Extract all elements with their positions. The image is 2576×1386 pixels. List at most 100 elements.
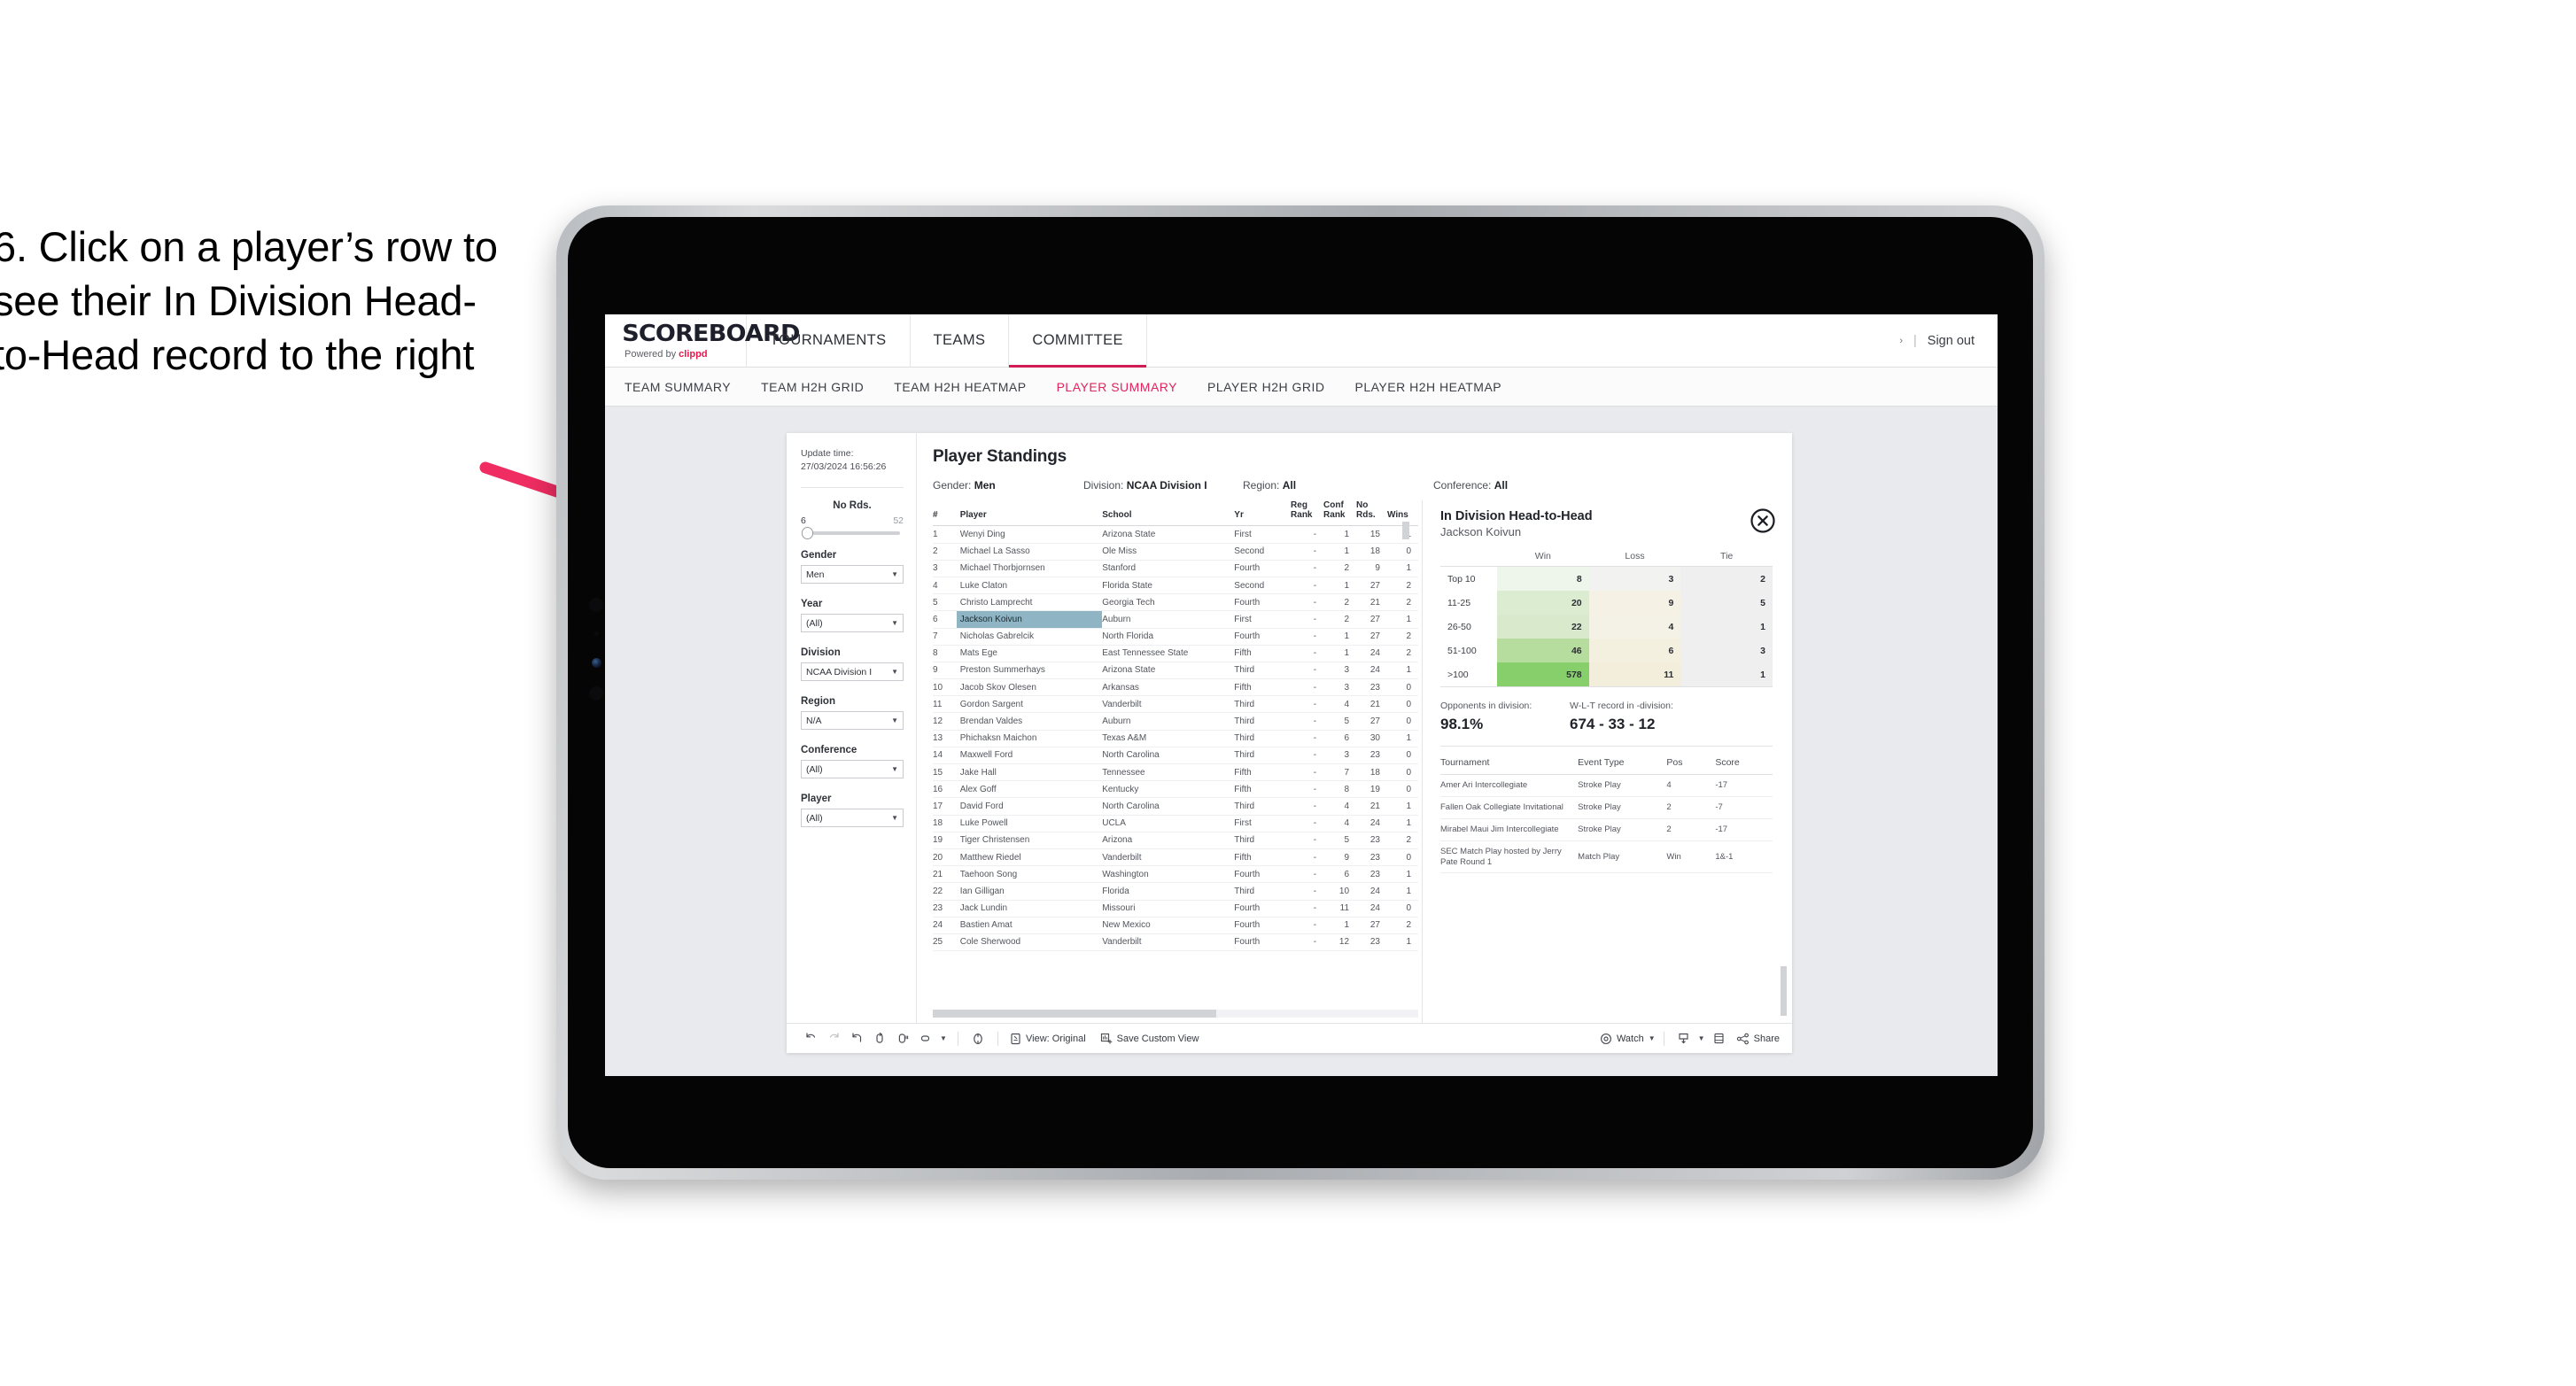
tcell-score: -17 xyxy=(1715,818,1773,841)
undo-icon[interactable] xyxy=(799,1027,822,1050)
highlight-caret-icon[interactable]: ▼ xyxy=(937,1027,950,1050)
table-row[interactable]: 11 Gordon Sargent Vanderbilt Third -4 21 0 xyxy=(933,695,1418,714)
user-chevron-icon[interactable]: › xyxy=(1899,336,1903,346)
tcol-tournament[interactable]: Tournament xyxy=(1440,752,1579,775)
download-icon[interactable] xyxy=(1672,1027,1695,1050)
table-row[interactable]: 3 Michael Thorbjornsen Stanford Fourth -2 9 1 xyxy=(933,560,1418,577)
h2h-heatmap-body: Top 10 8 3 2 11-25 20 9 5 26-50 22 4 1 51-100 46 6 3 >10… xyxy=(1440,566,1773,687)
division-select[interactable]: NCAA Division I ▼ xyxy=(801,662,904,682)
table-row[interactable]: 16 Alex Goff Kentucky Fifth -8 19 0 xyxy=(933,780,1418,799)
col-yr[interactable]: Yr xyxy=(1234,500,1292,527)
pause-data-icon[interactable] xyxy=(891,1027,914,1050)
col-reg-rank[interactable]: Reg Rank xyxy=(1291,500,1324,527)
redo-icon[interactable] xyxy=(822,1027,845,1050)
table-row[interactable]: 13 Phichaksn Maichon Texas A&M Third -6 30 1 xyxy=(933,730,1418,747)
no-rounds-slider[interactable] xyxy=(802,527,900,540)
table-row[interactable]: 5 Christo Lamprecht Georgia Tech Fourth -2 21… xyxy=(933,593,1418,612)
table-row[interactable]: 25 Cole Sherwood Vanderbilt Fourth -12 23 1 xyxy=(933,933,1418,952)
col-rank[interactable]: # xyxy=(933,500,957,527)
table-row[interactable]: 15 Jake Hall Tennessee Fifth -7 18 0 xyxy=(933,763,1418,782)
tournament-results-table: Tournament Event Type Pos Score Amer Ari… xyxy=(1440,752,1773,874)
horizontal-scrollbar-thumb[interactable] xyxy=(933,1010,1216,1018)
tcol-pos[interactable]: Pos xyxy=(1666,752,1716,775)
tournament-scrollbar-thumb[interactable] xyxy=(1781,966,1787,1016)
subnav-item-player-h2h-grid[interactable]: PLAYER H2H GRID xyxy=(1207,380,1325,394)
conference-select[interactable]: (All) ▼ xyxy=(801,760,904,779)
table-row[interactable]: 9 Preston Summerhays Arizona State Third -3 2… xyxy=(933,662,1418,680)
cell-no-rds: 23 xyxy=(1356,747,1387,765)
topnav-item-teams[interactable]: TEAMS xyxy=(911,314,1010,367)
region-select[interactable]: N/A ▼ xyxy=(801,711,904,731)
table-row[interactable]: 18 Luke Powell UCLA First -4 24 1 xyxy=(933,815,1418,832)
watch-button[interactable]: Watch ▼ xyxy=(1600,1033,1656,1045)
table-row[interactable]: 1Wenyi DingArizona StateFirst-1151 xyxy=(933,525,1418,544)
brand-tagline: Powered by clippd xyxy=(625,349,746,360)
year-label: Year xyxy=(801,599,823,610)
table-row[interactable]: 10 Jacob Skov Olesen Arkansas Fifth -3 23 0 xyxy=(933,678,1418,697)
view-original-label: View: Original xyxy=(1026,1033,1086,1044)
subnav-item-player-summary[interactable]: PLAYER SUMMARY xyxy=(1057,380,1177,394)
cell-conf-rank: 1 xyxy=(1323,628,1357,646)
summary-region-label: Region: xyxy=(1243,479,1283,492)
highlight-icon[interactable] xyxy=(914,1027,937,1050)
view-original-button[interactable]: View: Original xyxy=(1010,1033,1086,1045)
topnav-item-committee[interactable]: COMMITTEE xyxy=(1009,314,1147,368)
dashboard-body: Update time: 27/03/2024 16:56:26 No Rds.… xyxy=(787,433,1792,1023)
table-row[interactable]: 14 Maxwell Ford North Carolina Third -3 23 0 xyxy=(933,747,1418,765)
h2h-band-label: Top 10 xyxy=(1447,573,1476,585)
no-rounds-slider-thumb[interactable] xyxy=(802,527,813,540)
subnav-item-team-h2h-grid[interactable]: TEAM H2H GRID xyxy=(761,380,864,394)
table-row[interactable]: 7 Nicholas Gabrelcik North Florida Fourth -1… xyxy=(933,628,1418,646)
h2h-band-label: 26-50 xyxy=(1447,621,1471,632)
cell-no-rds: 18 xyxy=(1356,543,1387,561)
col-school[interactable]: School xyxy=(1102,500,1235,527)
table-row[interactable]: 22 Ian Gilligan Florida Third -10 24 1 xyxy=(933,882,1418,901)
table-row[interactable]: 8 Mats Ege East Tennessee State Fifth -1 24 2 xyxy=(933,645,1418,662)
year-select[interactable]: (All) ▼ xyxy=(801,614,904,633)
refresh-data-icon[interactable] xyxy=(868,1027,891,1050)
table-row[interactable]: 4 Luke Claton Florida State Second -1 27 2 xyxy=(933,577,1418,595)
download-caret-icon[interactable]: ▼ xyxy=(1695,1027,1708,1050)
cell-player: Christo Lamprecht xyxy=(956,593,1103,612)
tcol-score[interactable]: Score xyxy=(1715,752,1773,775)
table-row[interactable]: 20 Matthew Riedel Vanderbilt Fifth -9 23 0 xyxy=(933,848,1418,867)
col-player[interactable]: Player xyxy=(956,500,1103,527)
tcol-event-type[interactable]: Event Type xyxy=(1578,752,1667,775)
update-time-value: 27/03/2024 16:56:26 xyxy=(801,461,887,473)
cell-player: Alex Goff xyxy=(956,780,1103,799)
cell-conf-rank: 2 xyxy=(1323,593,1357,612)
cell-wins: 1 xyxy=(1386,730,1418,747)
pan-icon[interactable] xyxy=(966,1027,989,1050)
table-row[interactable]: 17 David Ford North Carolina Third -4 21 1 xyxy=(933,797,1418,816)
player-select[interactable]: (All) ▼ xyxy=(801,809,904,828)
tournament-row[interactable]: SEC Match Play hosted by Jerry Pate Roun… xyxy=(1440,840,1773,874)
table-row[interactable]: 23 Jack Lundin Missouri Fourth -11 24 0 xyxy=(933,900,1418,918)
col-conf-rank[interactable]: Conf Rank xyxy=(1323,500,1357,527)
share-button[interactable]: Share xyxy=(1736,1033,1780,1045)
table-row[interactable]: 6 Jackson Koivun Auburn First -2 27 1 xyxy=(933,610,1418,629)
vertical-scrollbar-thumb[interactable] xyxy=(1402,522,1409,539)
subnav-item-team-summary[interactable]: TEAM SUMMARY xyxy=(625,380,731,394)
tournament-row[interactable]: Mirabel Maui Jim Intercollegiate Stroke P… xyxy=(1440,818,1773,841)
subnav-item-team-h2h-heatmap[interactable]: TEAM H2H HEATMAP xyxy=(894,380,1026,394)
revert-icon[interactable] xyxy=(845,1027,868,1050)
fullscreen-icon[interactable] xyxy=(1708,1027,1731,1050)
topnav-item-tournaments[interactable]: TOURNAMENTS xyxy=(747,314,911,367)
save-custom-view-button[interactable]: Save Custom View xyxy=(1100,1033,1199,1045)
gender-select[interactable]: Men ▼ xyxy=(801,565,904,585)
table-row[interactable]: 12 Brendan Valdes Auburn Third -5 27 0 xyxy=(933,712,1418,731)
cell-yr: Fourth xyxy=(1234,933,1292,952)
brand-logo[interactable]: SCOREBOARD Powered by clippd xyxy=(605,314,800,367)
share-icon xyxy=(1736,1033,1749,1044)
table-row[interactable]: 2 Michael La Sasso Ole Miss Second -1 18 0 xyxy=(933,543,1418,561)
cell-conf-rank: 8 xyxy=(1323,780,1357,799)
col-no-rds[interactable]: No Rds. xyxy=(1356,500,1387,527)
subnav-item-player-h2h-heatmap[interactable]: PLAYER H2H HEATMAP xyxy=(1355,380,1502,394)
tournament-row[interactable]: Fallen Oak Collegiate Invitational Stroke… xyxy=(1440,796,1773,819)
table-row[interactable]: 19 Tiger Christensen Arizona Third -5 23 2 xyxy=(933,832,1418,849)
table-row[interactable]: 21 Taehoon Song Washington Fourth -6 23 1 xyxy=(933,865,1418,884)
sign-out-link[interactable]: Sign out xyxy=(1928,334,1975,348)
table-row[interactable]: 24 Bastien Amat New Mexico Fourth -1 27 2 xyxy=(933,917,1418,934)
close-circle-icon[interactable] xyxy=(1750,507,1776,534)
tournament-row[interactable]: Amer Ari Intercollegiate Stroke Play 4 -17 xyxy=(1440,774,1773,797)
